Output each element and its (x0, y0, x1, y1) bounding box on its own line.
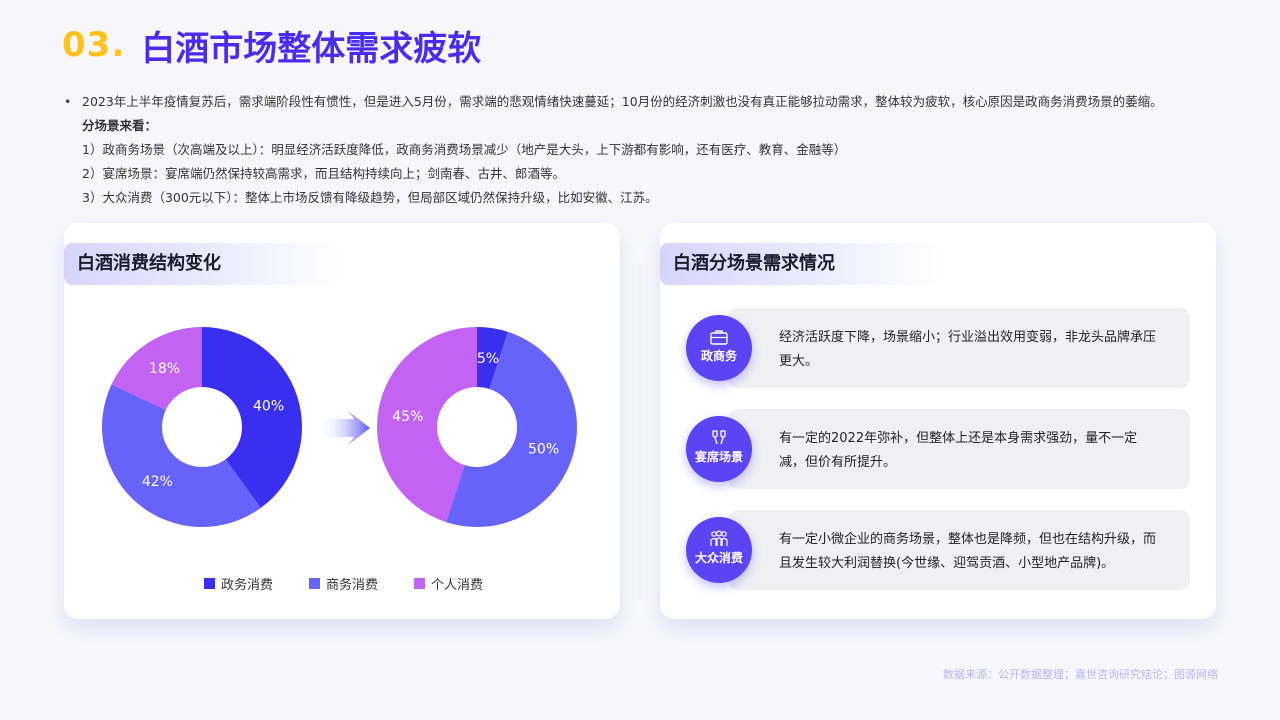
scenario-desc: 有一定小微企业的商务场景，整体也是降频，但也在结构升级，而且发生较大利润替换(今… (779, 532, 1157, 571)
data-source: 数据来源：公开数据整理；嘉世咨询研究结论；图源网络 (943, 668, 1218, 681)
legend-swatch (309, 578, 321, 589)
slice-value-label: 50% (528, 442, 559, 458)
transition-arrow-icon (319, 410, 370, 446)
slice-value-label: 45% (392, 409, 423, 425)
slice-value-label: 18% (149, 361, 180, 377)
donut-charts: 40% 42% 18% 5% 50% 45% (102, 327, 577, 527)
scenario-row-mass: 有一定小微企业的商务场景，整体也是降频，但也在结构升级，而且发生较大利润替换(今… (728, 510, 1190, 590)
section-title: 白酒市场整体需求疲软 (141, 28, 482, 69)
scenario-badge: 宴席场景 (686, 416, 752, 482)
legend-item: 商务消费 (309, 574, 378, 593)
scenario-row-business: 经济活跃度下降，场景缩小；行业溢出效用变弱，非龙头品牌承压更大。 (728, 308, 1190, 388)
legend-item: 政务消费 (204, 574, 273, 593)
scenario-badge: 大众消费 (686, 517, 752, 583)
intro-point-2: 2）宴席场景：宴席端仍然保持较高需求，而且结构持续向上；剑南春、古井、郎酒等。 (82, 166, 565, 181)
slice-value-label: 5% (477, 351, 499, 367)
intro-subtitle: 分场景来看： (82, 118, 158, 133)
section-number: 03. (62, 25, 126, 65)
scenario-row-banquet: 有一定的2022年弥补，但整体上还是本身需求强劲，量不一定减，但价有所提升。 (728, 409, 1190, 489)
scenario-desc: 经济活跃度下降，场景缩小；行业溢出效用变弱，非龙头品牌承压更大。 (779, 330, 1157, 369)
legend-item: 个人消费 (414, 574, 483, 593)
consumption-structure-card: 白酒消费结构变化 40% 42% 18% 5% 50% 45% 政务消费 商务消费 个人… (64, 223, 620, 619)
wine-glasses-icon (712, 430, 726, 445)
donut-chart-after: 5% 50% 45% (377, 327, 577, 527)
card-title: 白酒分场景需求情况 (673, 253, 835, 274)
people-icon (710, 530, 728, 546)
card-header: 白酒分场景需求情况 (660, 243, 940, 285)
slice-value-label: 40% (253, 398, 284, 414)
briefcase-icon (710, 330, 728, 345)
scenario-label: 宴席场景 (694, 450, 743, 464)
legend-swatch (414, 578, 426, 589)
scenario-label: 政商务 (700, 349, 737, 363)
slice-value-label: 42% (142, 474, 173, 490)
scenario-label: 大众消费 (694, 551, 743, 565)
intro-paragraph: 2023年上半年疫情复苏后，需求端阶段性有惯性，但是进入5月份，需求端的悲观情绪… (82, 94, 1163, 109)
scenario-desc: 有一定的2022年弥补，但整体上还是本身需求强劲，量不一定减，但价有所提升。 (779, 431, 1138, 470)
donut-chart-before: 40% 42% 18% (102, 327, 302, 527)
bullet-dot: • (64, 94, 72, 109)
legend-label: 商务消费 (326, 578, 379, 593)
page-title: 03. 白酒市场整体需求疲软 (62, 20, 481, 70)
legend-label: 政务消费 (221, 578, 274, 593)
scenario-badge: 政商务 (686, 315, 752, 381)
chart-legend: 政务消费 商务消费 个人消费 (204, 574, 519, 593)
legend-swatch (204, 578, 215, 589)
legend-label: 个人消费 (431, 578, 484, 593)
intro-point-3: 3）大众消费（300元以下）：整体上市场反馈有降级趋势，但局部区域仍然保持升级，… (82, 190, 658, 205)
intro-point-1: 1）政商务场景（次高端及以上）：明显经济活跃度降低，政商务消费场景减少（地产是大… (82, 142, 847, 157)
scenario-demand-card: 白酒分场景需求情况 经济活跃度下降，场景缩小；行业溢出效用变弱，非龙头品牌承压更… (660, 223, 1216, 619)
